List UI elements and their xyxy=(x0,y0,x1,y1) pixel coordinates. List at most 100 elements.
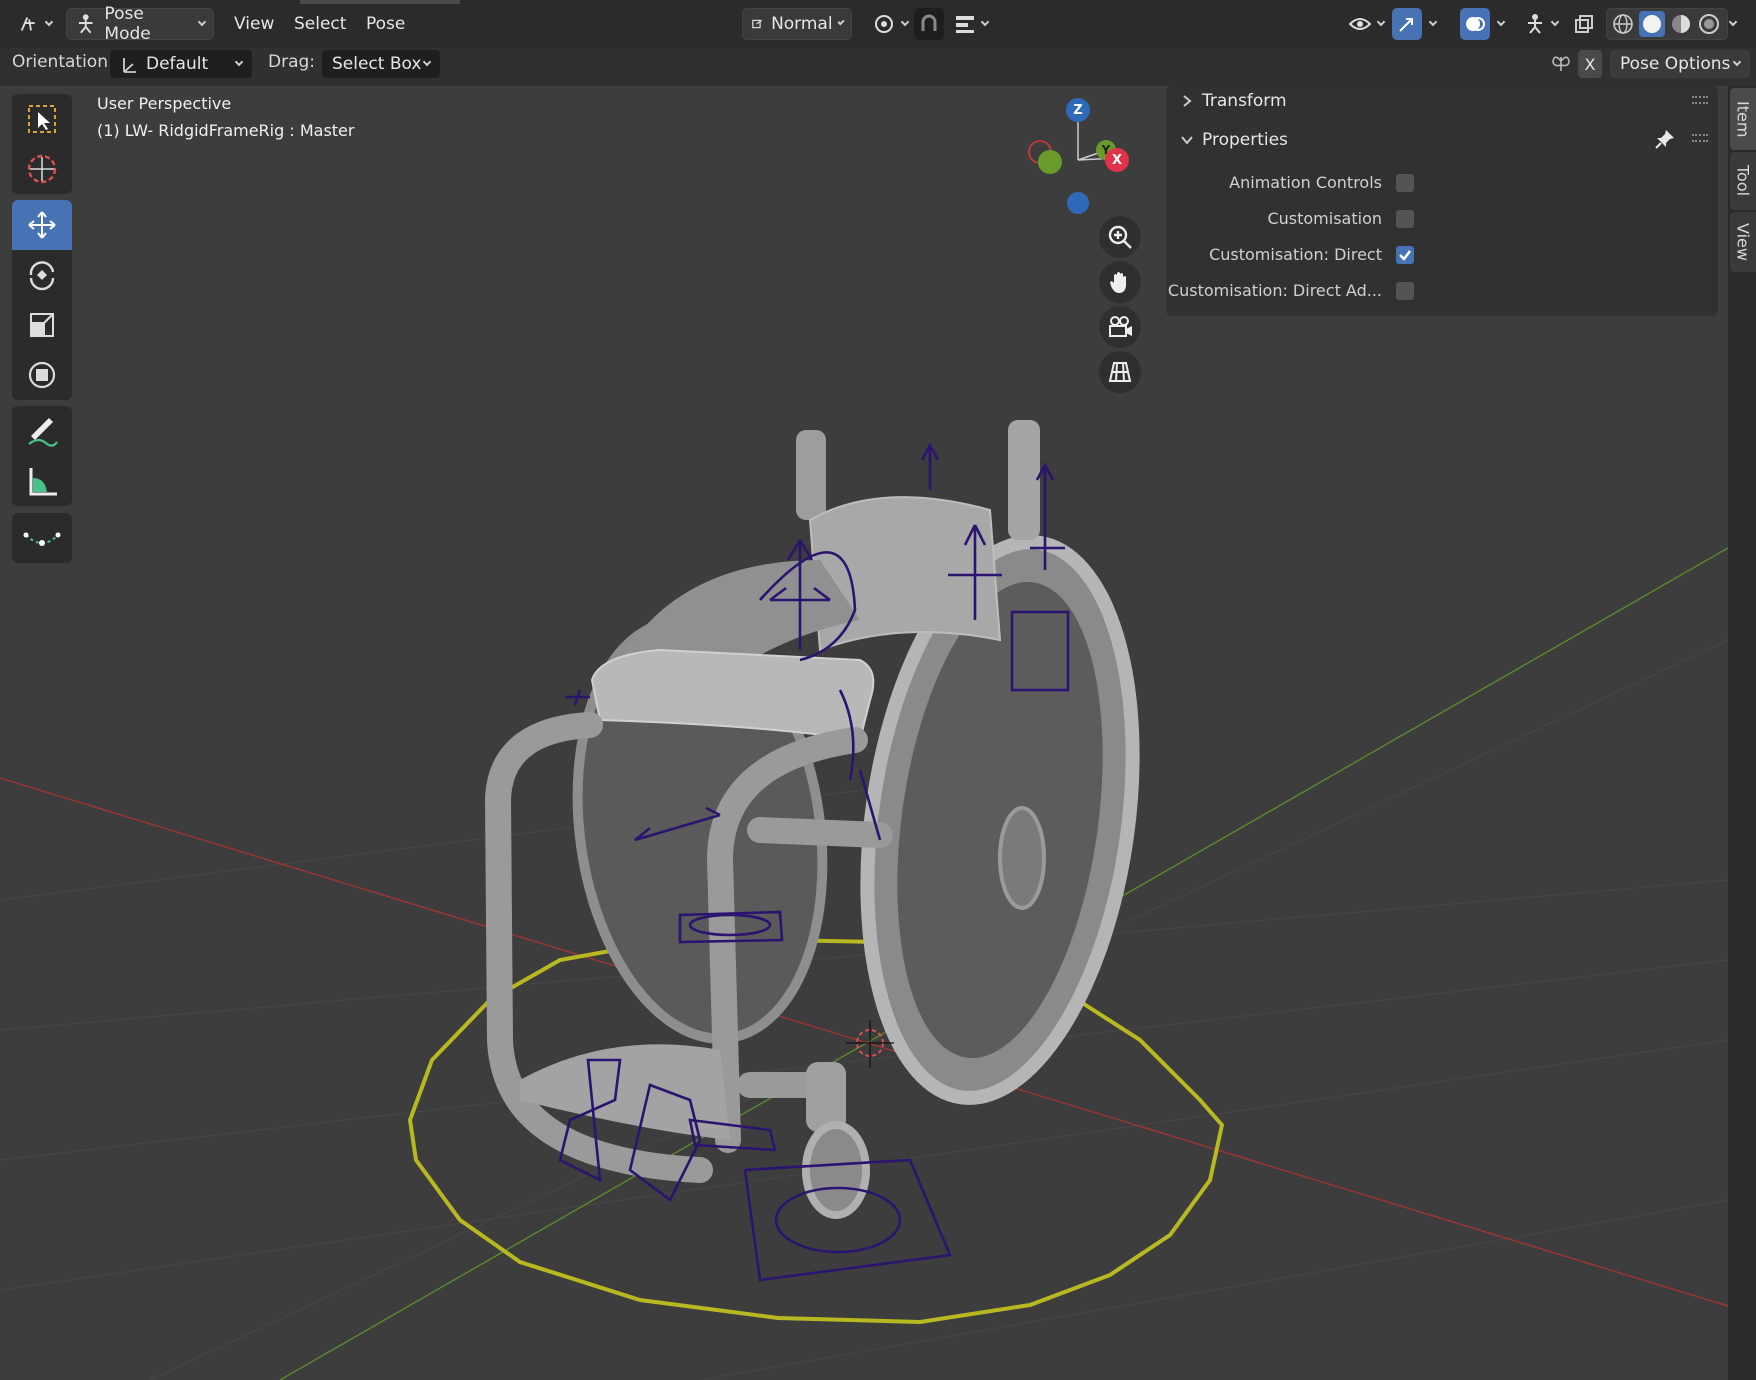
active-object-label: (1) LW- RidgidFrameRig : Master xyxy=(97,121,355,140)
measure-tool[interactable] xyxy=(12,456,72,506)
hand-pan-icon xyxy=(1110,272,1126,293)
snap-options-button[interactable] xyxy=(946,8,996,40)
overlay-toggle[interactable] xyxy=(1460,8,1490,40)
pin-icon xyxy=(1655,130,1674,149)
caster-wheel xyxy=(802,1121,870,1219)
annotate-tool[interactable] xyxy=(12,406,72,456)
rendered-shading-icon[interactable] xyxy=(1697,12,1721,36)
bone-overlay-icon xyxy=(1528,14,1542,34)
pivot-point-button[interactable] xyxy=(864,8,916,40)
transform-section-header[interactable]: Transform xyxy=(1180,91,1287,111)
overlay-dropdown[interactable] xyxy=(1492,8,1510,40)
tool-settings-header xyxy=(0,48,1756,86)
rotate-icon xyxy=(29,261,55,291)
push-handle-right xyxy=(1008,420,1040,540)
push-handle-left xyxy=(796,430,826,520)
orientation-value: Normal xyxy=(771,14,833,34)
gizmo-toggle[interactable] xyxy=(1392,8,1422,40)
transform-orientation-dropdown[interactable]: Normal xyxy=(742,8,852,40)
gizmo-x-axis[interactable]: X xyxy=(1105,148,1129,172)
solid-shading-button[interactable] xyxy=(1639,11,1665,37)
scale-tool[interactable] xyxy=(12,300,72,350)
scale-icon xyxy=(30,313,54,337)
tab-tool[interactable]: Tool xyxy=(1730,152,1756,210)
editor-type-button[interactable] xyxy=(14,8,56,40)
tab-tool-label: Tool xyxy=(1733,165,1753,197)
camera-view-button[interactable] xyxy=(1099,306,1141,348)
material-shading-icon[interactable] xyxy=(1669,12,1693,36)
checkmark-icon xyxy=(1399,250,1411,261)
xray-icon xyxy=(1575,15,1593,33)
prop-checkbox-customisation[interactable] xyxy=(1396,210,1414,228)
chevron-right-icon xyxy=(1183,95,1192,107)
select-box-tool[interactable] xyxy=(12,94,72,144)
pose-armature-icon xyxy=(20,17,35,31)
floor-grid xyxy=(0,639,1728,1380)
transform-icon xyxy=(28,361,56,389)
cursor-tool[interactable] xyxy=(12,144,72,194)
eye-icon xyxy=(1348,18,1372,30)
orientation-label: Orientation: xyxy=(12,52,114,72)
prop-checkbox-animation-controls[interactable] xyxy=(1396,174,1414,192)
pose-options-label: Pose Options xyxy=(1620,54,1731,74)
menu-pose[interactable]: Pose xyxy=(358,8,413,40)
pivot-icon xyxy=(875,15,893,33)
tab-view-label: View xyxy=(1733,223,1753,261)
tab-view[interactable]: View xyxy=(1730,212,1756,272)
cursor-icon xyxy=(27,154,57,184)
chevron-down-icon xyxy=(1181,136,1193,145)
mode-dropdown[interactable]: Pose Mode xyxy=(66,4,214,44)
gizmo-neg-y xyxy=(1038,150,1062,174)
mirror-pose-toggle[interactable] xyxy=(1548,52,1574,76)
prop-checkbox-customisation-direct[interactable] xyxy=(1396,246,1414,264)
bone-overlay-dropdown[interactable] xyxy=(1516,8,1566,40)
tab-item-label: Item xyxy=(1733,100,1753,138)
drag-dropdown-value: Select Box xyxy=(332,54,422,74)
solid-shading-icon xyxy=(1643,15,1661,33)
grid-ortho-icon xyxy=(1108,362,1132,382)
shading-dropdown[interactable] xyxy=(1726,8,1740,40)
prop-label-animation-controls: Animation Controls xyxy=(1229,173,1382,192)
move-icon xyxy=(28,211,56,239)
mode-label: Pose Mode xyxy=(104,4,151,44)
ortho-toggle-button[interactable] xyxy=(1099,351,1141,393)
snap-toggle[interactable] xyxy=(914,8,944,40)
transform-drag-handle[interactable] xyxy=(1692,96,1708,104)
wireframe-shading-icon[interactable] xyxy=(1611,12,1635,36)
transform-tool[interactable] xyxy=(12,350,72,400)
prop-label-customisation-direct: Customisation: Direct xyxy=(1209,245,1382,264)
pose-mode-icon xyxy=(78,14,93,34)
rotate-tool[interactable] xyxy=(12,250,72,300)
orientation-dropdown[interactable]: Default xyxy=(110,50,252,78)
navigation-gizmo xyxy=(1028,113,1118,214)
properties-section-header[interactable]: Properties xyxy=(1180,130,1288,150)
zoom-button[interactable] xyxy=(1099,216,1141,258)
move-tool[interactable] xyxy=(12,200,72,250)
gizmo-z-axis[interactable]: Z xyxy=(1066,98,1090,122)
sidebar-tabs xyxy=(1728,86,1756,1380)
bend-curve-icon xyxy=(23,532,61,546)
prop-label-customisation: Customisation xyxy=(1267,209,1382,228)
overlay-icon xyxy=(1466,17,1485,31)
menu-select[interactable]: Select xyxy=(286,8,354,40)
pin-button[interactable] xyxy=(1654,128,1676,155)
visibility-dropdown[interactable] xyxy=(1340,8,1392,40)
camera-icon xyxy=(1109,316,1132,337)
xray-toggle[interactable] xyxy=(1568,8,1600,40)
prop-checkbox-customisation-direct-ad[interactable] xyxy=(1396,282,1414,300)
shading-mode-group xyxy=(1606,8,1728,40)
annotate-icon xyxy=(28,418,58,447)
perspective-label: User Perspective xyxy=(97,94,232,113)
drag-dropdown[interactable]: Select Box xyxy=(322,50,440,78)
pose-options-dropdown[interactable]: Pose Options xyxy=(1610,50,1750,78)
snap-increment-icon xyxy=(956,16,974,33)
gizmo-dropdown[interactable] xyxy=(1424,8,1442,40)
x-mirror-button[interactable]: X xyxy=(1578,50,1602,78)
orientation-gizmo-icon xyxy=(123,58,136,73)
properties-drag-handle[interactable] xyxy=(1692,134,1708,142)
bend-curve-tool[interactable] xyxy=(12,513,72,563)
menu-view[interactable]: View xyxy=(226,8,282,40)
pan-button[interactable] xyxy=(1099,261,1141,303)
area-divider xyxy=(300,0,460,4)
tab-item[interactable]: Item xyxy=(1730,88,1756,150)
